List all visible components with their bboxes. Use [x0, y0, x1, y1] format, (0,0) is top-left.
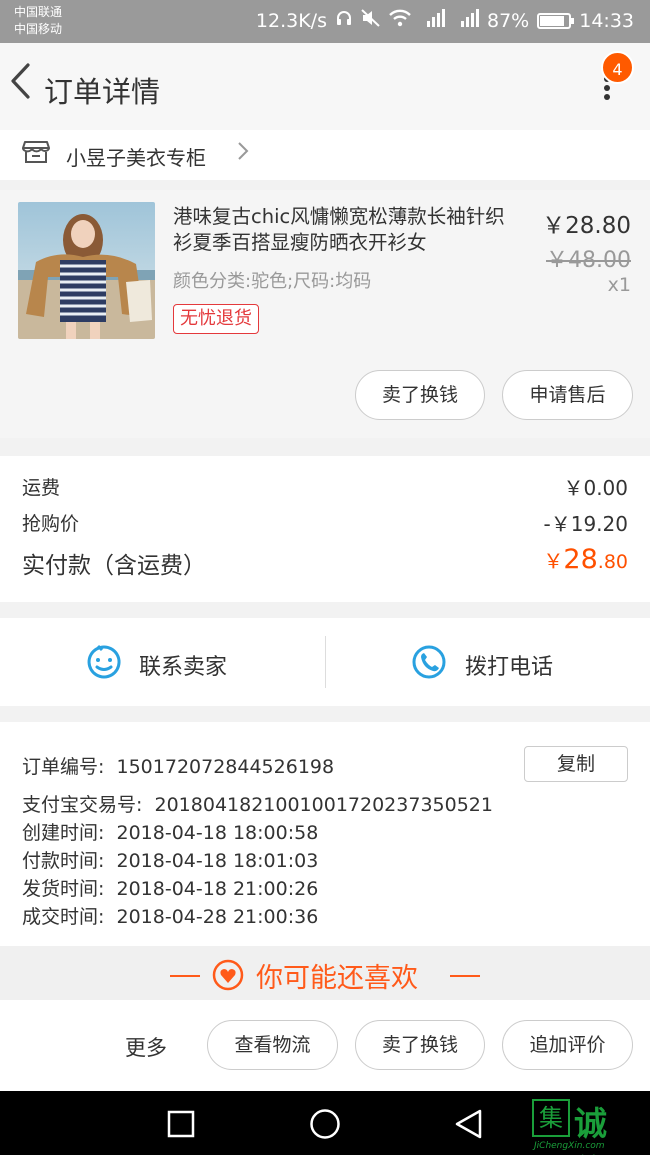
recommend-line-left — [170, 975, 200, 977]
paid-amount-label: 实付款（含运费） — [22, 553, 206, 579]
sell-for-cash-button-bottom[interactable]: 卖了换钱 — [355, 1020, 485, 1070]
shop-row[interactable]: 小昱子美衣专柜 — [0, 130, 650, 180]
battery-percent: 87% — [487, 9, 530, 32]
product-title[interactable]: 港味复古chic风慵懒宽松薄款长袖针织衫夏季百搭显瘦防晒衣开衫女 — [173, 204, 523, 256]
fee-summary: 运费 ￥0.00 抢购价 -￥19.20 实付款（含运费） ￥28.80 — [0, 456, 650, 602]
flash-price-value: -￥19.20 — [543, 512, 628, 536]
store-icon — [22, 140, 50, 164]
contact-divider — [325, 636, 326, 688]
signal-2g-icon — [419, 9, 445, 32]
alipay-row: 支付宝交易号: 2018041821001001720237350521 — [22, 790, 493, 817]
alipay-number: 2018041821001001720237350521 — [154, 794, 493, 816]
phone-icon[interactable] — [411, 644, 447, 684]
order-info: 订单编号: 150172072844526198 复制 支付宝交易号: 2018… — [0, 722, 650, 946]
wifi-icon — [389, 9, 411, 32]
more-button[interactable]: 更多 — [125, 1032, 167, 1062]
return-guarantee-tag: 无忧退货 — [173, 304, 259, 334]
paid-amount-value: ￥28.80 — [543, 544, 628, 575]
paid-decimal: .80 — [597, 551, 628, 573]
watermark-subtext: JiChengXin.com — [534, 1141, 605, 1151]
created-time: 2018-04-18 18:00:58 — [116, 822, 319, 844]
created-row: 创建时间: 2018-04-18 18:00:58 — [22, 818, 318, 845]
add-review-button[interactable]: 追加评价 — [502, 1020, 633, 1070]
shipped-time: 2018-04-18 21:00:26 — [116, 878, 319, 900]
back-nav-icon[interactable] — [454, 1108, 484, 1144]
product-variant: 颜色分类:驼色;尺码:均码 — [173, 271, 372, 292]
completed-label: 成交时间: — [22, 906, 105, 928]
product-price: ￥28.80 — [542, 213, 631, 239]
flash-price-label: 抢购价 — [22, 513, 80, 535]
status-right: 12.3K/s 87% 14:33 — [256, 9, 634, 32]
contact-bar: 联系卖家 拨打电话 — [0, 618, 650, 706]
call-phone-button[interactable]: 拨打电话 — [465, 649, 553, 681]
product-thumbnail[interactable] — [18, 202, 155, 339]
headphone-icon — [335, 9, 353, 32]
carrier-info: 中国联通 中国移动 — [14, 4, 62, 38]
recent-apps-icon[interactable] — [167, 1110, 195, 1142]
order-number-row: 订单编号: 150172072844526198 — [22, 752, 334, 779]
shipped-label: 发货时间: — [22, 878, 105, 900]
original-price: ￥48.00 — [546, 248, 631, 273]
carrier-1: 中国联通 — [14, 5, 63, 19]
created-label: 创建时间: — [22, 822, 105, 844]
system-navigation-bar: 集 诚信 JiChengXin.com — [0, 1091, 650, 1155]
paid-currency: ￥ — [543, 549, 564, 573]
shipping-label: 运费 — [22, 477, 61, 499]
alipay-label: 支付宝交易号: — [22, 794, 143, 816]
shipped-row: 发货时间: 2018-04-18 21:00:26 — [22, 874, 318, 901]
product-card[interactable]: 港味复古chic风慵懒宽松薄款长袖针织衫夏季百搭显瘦防晒衣开衫女 颜色分类:驼色… — [0, 190, 650, 438]
back-icon[interactable] — [8, 61, 34, 112]
signal-4g-icon — [453, 9, 479, 32]
paid-time: 2018-04-18 18:01:03 — [116, 850, 319, 872]
page-title: 订单详情 — [44, 75, 161, 109]
home-icon[interactable] — [309, 1108, 341, 1144]
contact-seller-button[interactable]: 联系卖家 — [139, 649, 227, 681]
shipping-value: ￥0.00 — [563, 476, 628, 500]
chat-smile-icon[interactable] — [86, 644, 122, 684]
paid-row: 付款时间: 2018-04-18 18:01:03 — [22, 846, 318, 873]
battery-icon — [537, 12, 575, 29]
completed-row: 成交时间: 2018-04-28 21:00:36 — [22, 902, 318, 929]
clock: 14:33 — [579, 9, 634, 32]
sell-for-cash-button[interactable]: 卖了换钱 — [355, 370, 485, 420]
product-quantity: x1 — [607, 274, 631, 296]
recommend-header: 你可能还喜欢 — [0, 946, 650, 1000]
order-number-label: 订单编号: — [22, 756, 105, 778]
paid-time-label: 付款时间: — [22, 850, 105, 872]
watermark-box: 集 — [532, 1099, 570, 1137]
completed-time: 2018-04-28 21:00:36 — [116, 906, 319, 928]
navigation-bar: 订单详情 — [0, 43, 650, 130]
copy-button[interactable]: 复制 — [524, 746, 628, 782]
carrier-2: 中国移动 — [14, 22, 63, 36]
shop-name: 小昱子美衣专柜 — [66, 146, 206, 170]
paid-integer: 28 — [563, 544, 598, 575]
heart-icon — [212, 959, 244, 995]
notification-badge: 4 — [601, 51, 634, 84]
view-logistics-button[interactable]: 查看物流 — [207, 1020, 338, 1070]
mute-icon — [361, 9, 381, 32]
recommend-line-right — [450, 975, 480, 977]
recommend-title: 你可能还喜欢 — [256, 963, 418, 994]
status-bar: 中国联通 中国移动 12.3K/s 87% 14:33 — [0, 0, 650, 43]
network-speed: 12.3K/s — [255, 9, 327, 32]
bottom-actions: 更多 查看物流 卖了换钱 追加评价 — [0, 1000, 650, 1091]
chevron-right-icon — [236, 138, 250, 170]
order-number: 150172072844526198 — [116, 756, 335, 778]
after-sales-button[interactable]: 申请售后 — [502, 370, 633, 420]
